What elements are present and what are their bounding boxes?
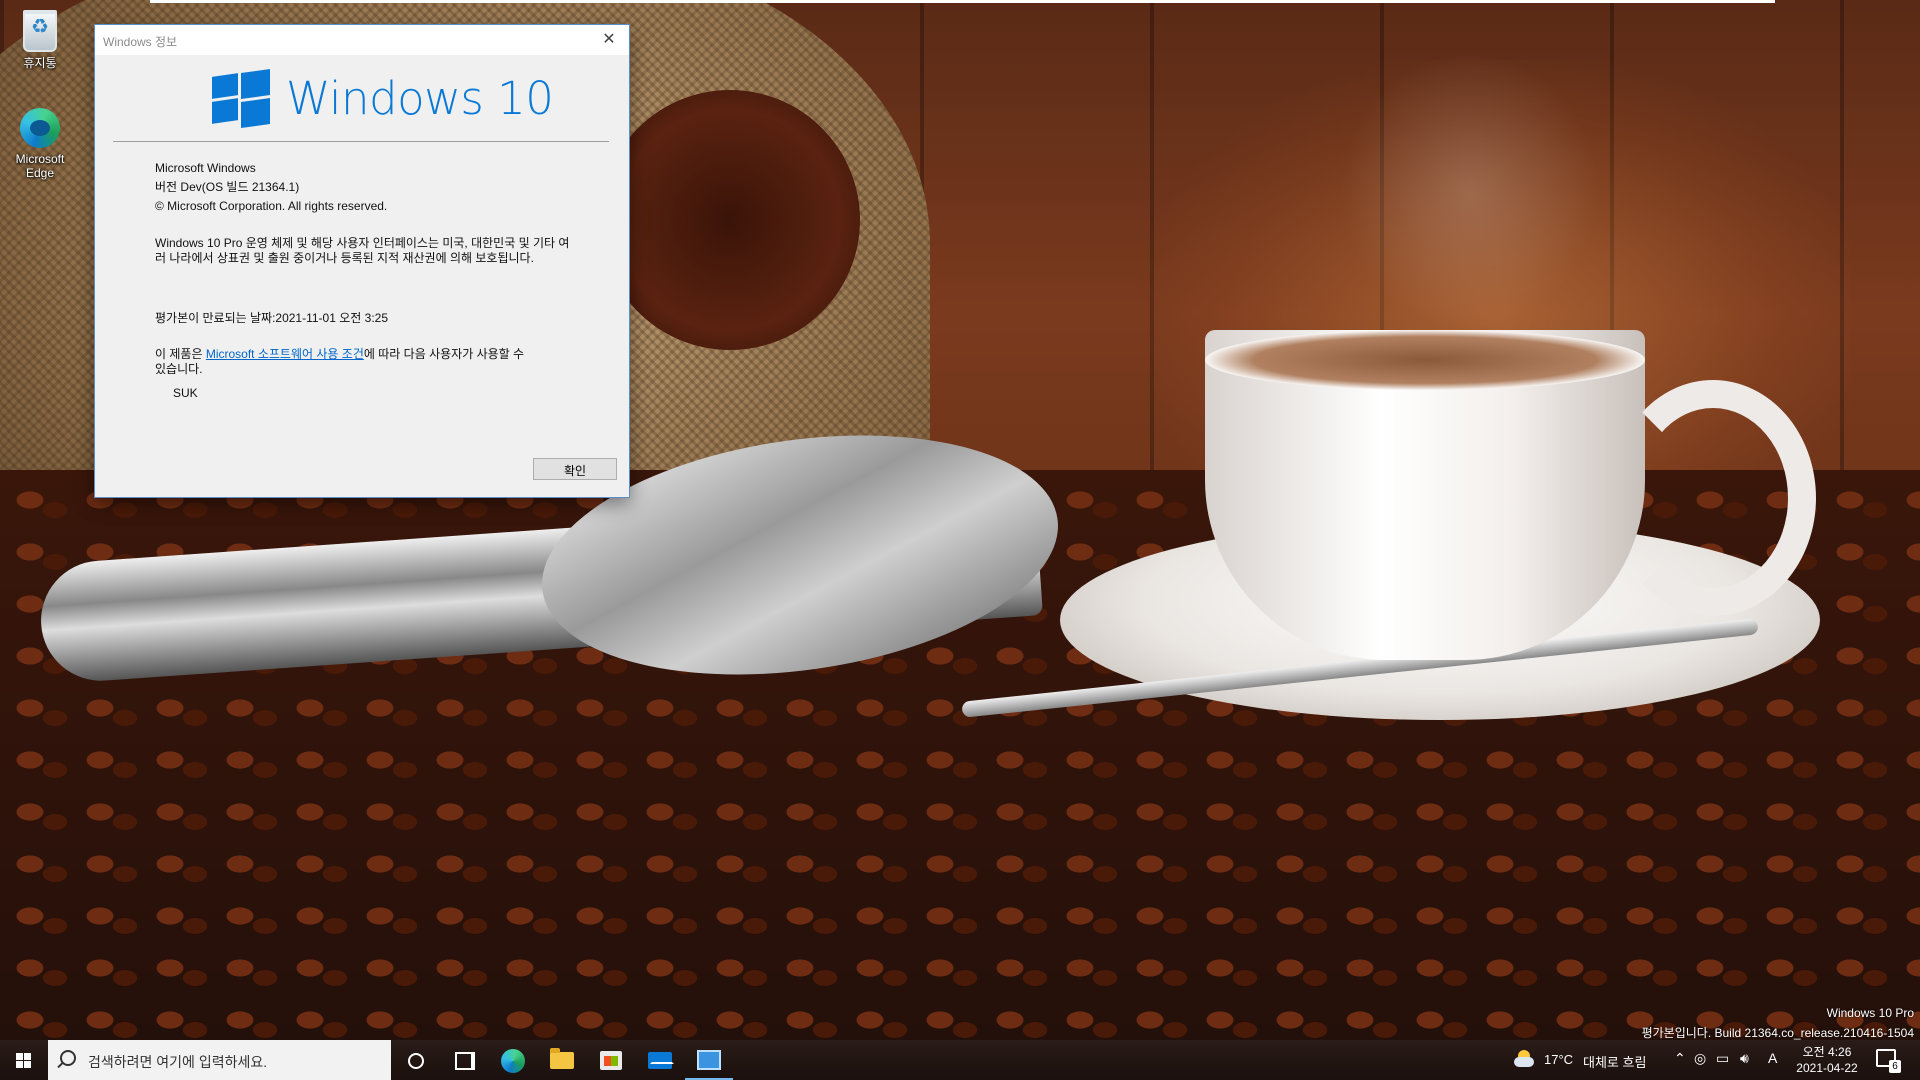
search-placeholder: 검색하려면 여기에 입력하세요. (88, 1054, 268, 1070)
task-view-button[interactable] (439, 1040, 487, 1080)
description-text: Windows 10 Pro 운영 체제 및 해당 사용자 인터페이스는 미국,… (155, 236, 570, 265)
license-prefix: 이 제품은 (155, 347, 206, 361)
expiry-text: 평가본이 만료되는 날짜:2021-11-01 오전 3:25 (155, 311, 388, 325)
windows-flag-icon (212, 68, 270, 129)
dialog-titlebar[interactable]: Windows 정보 ✕ (95, 25, 629, 55)
licensed-user: SUK (173, 386, 198, 400)
top-edge-line (150, 0, 1775, 3)
build-watermark-build: 평가본입니다. Build 21364.co_release.210416-15… (1641, 1026, 1914, 1040)
cortana-button[interactable] (391, 1040, 439, 1080)
taskbar-search-box[interactable]: 검색하려면 여기에 입력하세요. (48, 1040, 391, 1080)
windows-start-icon (16, 1053, 31, 1068)
steam (1340, 50, 1600, 330)
desktop-icon-label: 휴지통 (23, 56, 57, 70)
coffee-cup-rim (1205, 330, 1645, 390)
volume-icon[interactable]: 🔊︎ (1740, 1050, 1749, 1067)
weather-desc[interactable]: 대체로 흐림 (1583, 1052, 1646, 1071)
edge-icon (501, 1049, 525, 1073)
taskbar-microsoft-store[interactable] (587, 1040, 635, 1080)
recycle-bin-icon (23, 10, 57, 52)
taskbar-active-app[interactable] (685, 1040, 733, 1080)
start-button[interactable] (0, 1040, 48, 1080)
windows-wordmark: Windows 10 (286, 71, 554, 125)
product-name: Microsoft Windows (155, 161, 256, 175)
desktop-icon-edge[interactable]: Microsoft Edge (0, 108, 80, 180)
dialog-title: Windows 정보 (103, 35, 178, 49)
windows-logo: Windows 10 (212, 68, 554, 129)
taskbar-file-explorer[interactable] (538, 1040, 586, 1080)
app-window-icon (697, 1050, 721, 1070)
network-icon[interactable]: ▭ (1716, 1050, 1729, 1067)
weather-temp[interactable]: 17°C (1544, 1052, 1573, 1067)
edge-icon (20, 108, 60, 148)
desktop-icon-recycle-bin[interactable]: 휴지통 (0, 10, 80, 70)
coffee-cup-handle (1610, 380, 1816, 616)
meet-now-icon[interactable]: ◎ (1694, 1050, 1706, 1067)
license-terms-link[interactable]: Microsoft 소프트웨어 사용 조건 (206, 347, 364, 361)
chevron-up-icon[interactable]: ⌃ (1674, 1050, 1686, 1067)
clock-date: 2021-04-22 (1796, 1061, 1858, 1075)
close-icon[interactable]: ✕ (589, 25, 629, 55)
version-text: 버전 Dev(OS 빌드 21364.1) (155, 180, 300, 194)
task-view-icon (455, 1052, 475, 1070)
sack-beans (600, 90, 860, 350)
dialog-divider (113, 141, 609, 142)
desktop-icon-label: Microsoft Edge (15, 152, 65, 180)
mail-icon (648, 1052, 672, 1069)
ok-button[interactable]: 확인 (533, 458, 617, 480)
taskbar-clock[interactable]: 오전 4:26 2021-04-22 (1792, 1044, 1862, 1076)
license-text: 이 제품은 Microsoft 소프트웨어 사용 조건에 따라 다음 사용자가 … (155, 347, 525, 377)
search-icon (60, 1050, 76, 1066)
build-watermark-edition: Windows 10 Pro (1826, 1006, 1914, 1020)
cortana-icon (408, 1053, 424, 1069)
taskbar-mail[interactable] (636, 1040, 684, 1080)
taskbar: 검색하려면 여기에 입력하세요. 17°C 대체로 흐림 ⌃ ◎ ▭ 🔊︎ A … (0, 1040, 1920, 1080)
copyright-text: © Microsoft Corporation. All rights rese… (155, 199, 388, 213)
ime-indicator[interactable]: A (1768, 1050, 1777, 1066)
weather-icon[interactable] (1514, 1050, 1534, 1068)
about-windows-dialog: Windows 정보 ✕ Windows 10 Microsoft Window… (94, 24, 630, 498)
clock-time: 오전 4:26 (1802, 1045, 1852, 1059)
store-icon (600, 1051, 622, 1070)
taskbar-edge[interactable] (489, 1040, 537, 1080)
folder-icon (550, 1048, 574, 1069)
notification-badge: 6 (1889, 1060, 1901, 1073)
